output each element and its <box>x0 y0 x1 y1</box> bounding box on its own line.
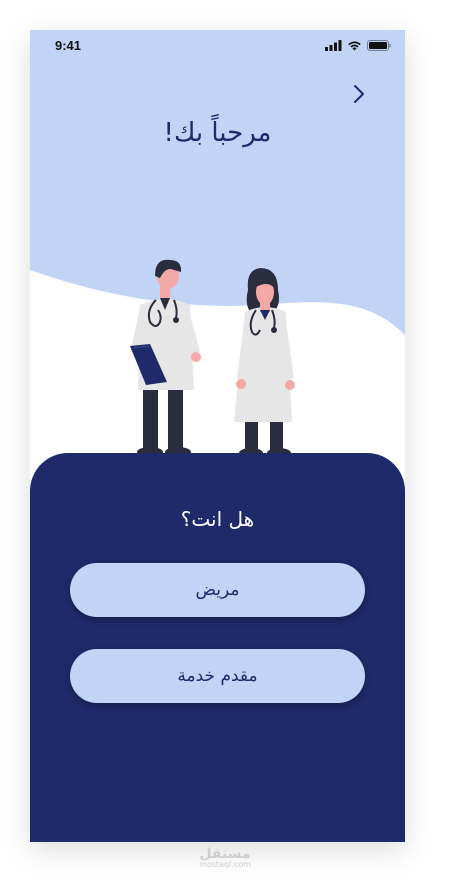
welcome-title: مرحباً بك! <box>163 118 272 148</box>
doctors-illustration <box>130 259 295 458</box>
status-time: 9:41 <box>55 38 82 53</box>
chevron-right-icon <box>354 85 364 103</box>
watermark: مستقل mostaql.com <box>195 846 255 869</box>
role-selection-panel: هل انت؟ مريض مقدم خدمة <box>30 453 405 842</box>
phone-screen: 9:41 مرحباً بك! هل انت؟ مريض مقدم خدمة <box>30 30 405 842</box>
service-provider-button[interactable]: مقدم خدمة <box>70 649 365 703</box>
status-bar: 9:41 <box>30 30 405 64</box>
battery-icon <box>367 40 391 51</box>
back-button[interactable] <box>349 82 369 106</box>
female-doctor <box>234 268 295 458</box>
role-question: هل انت؟ <box>180 507 255 531</box>
wifi-icon <box>348 41 361 51</box>
status-icons <box>325 40 391 51</box>
patient-button[interactable]: مريض <box>70 563 365 617</box>
watermark-url: mostaql.com <box>199 860 251 869</box>
male-doctor <box>130 259 201 457</box>
signal-icon <box>325 40 342 51</box>
